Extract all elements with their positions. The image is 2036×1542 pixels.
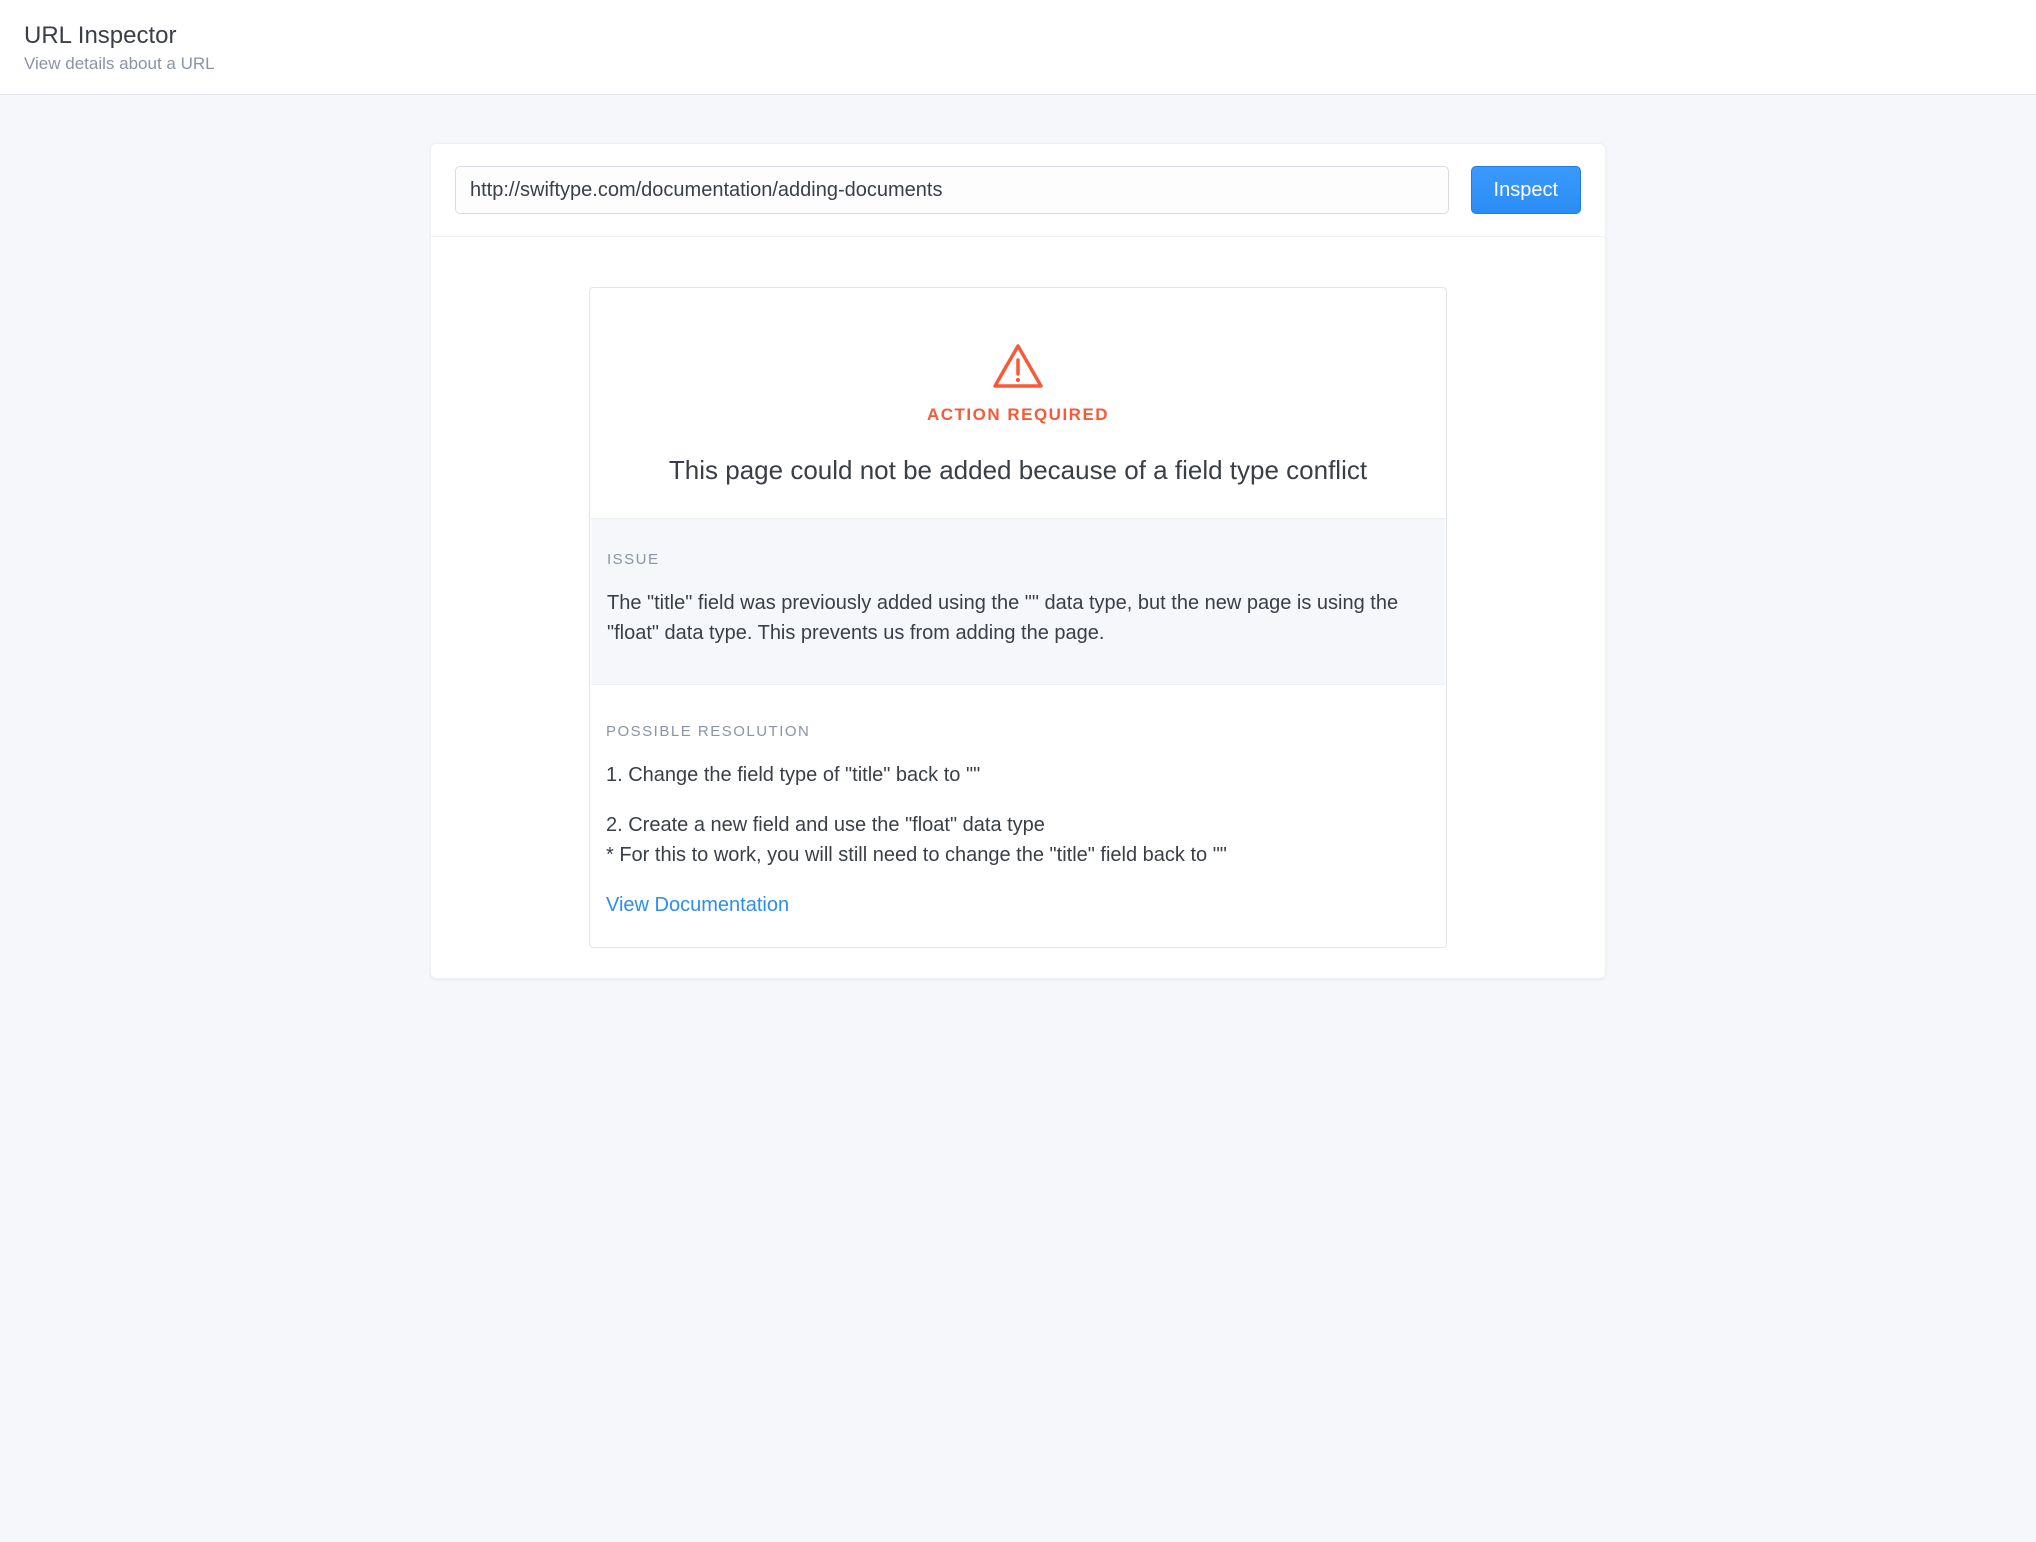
inspect-bar: Inspect (431, 144, 1605, 237)
page-body: Inspect ACTION REQUIRED This page could … (0, 95, 2036, 1039)
view-documentation-link[interactable]: View Documentation (606, 894, 789, 917)
inspector-card: Inspect ACTION REQUIRED This page could … (430, 143, 1606, 979)
page-subtitle: View details about a URL (24, 54, 2012, 74)
resolution-label: POSSIBLE RESOLUTION (606, 723, 1430, 740)
action-required-badge: ACTION REQUIRED (610, 405, 1426, 425)
resolution-section: POSSIBLE RESOLUTION 1. Change the field … (590, 685, 1446, 947)
issue-text: The "title" field was previously added u… (607, 588, 1429, 648)
result-header: ACTION REQUIRED This page could not be a… (590, 288, 1446, 518)
warning-icon (993, 344, 1043, 393)
issue-label: ISSUE (607, 551, 1429, 568)
result-panel: ACTION REQUIRED This page could not be a… (589, 287, 1447, 948)
url-input[interactable] (455, 166, 1449, 214)
result-headline: This page could not be added because of … (610, 455, 1426, 486)
page-header: URL Inspector View details about a URL (0, 0, 2036, 95)
resolution-step-1: 1. Change the field type of "title" back… (606, 760, 1430, 790)
inspect-button[interactable]: Inspect (1471, 166, 1581, 214)
page-title: URL Inspector (24, 22, 2012, 50)
resolution-note: * For this to work, you will still need … (606, 840, 1430, 870)
issue-section: ISSUE The "title" field was previously a… (591, 518, 1445, 685)
resolution-step-2: 2. Create a new field and use the "float… (606, 810, 1430, 840)
